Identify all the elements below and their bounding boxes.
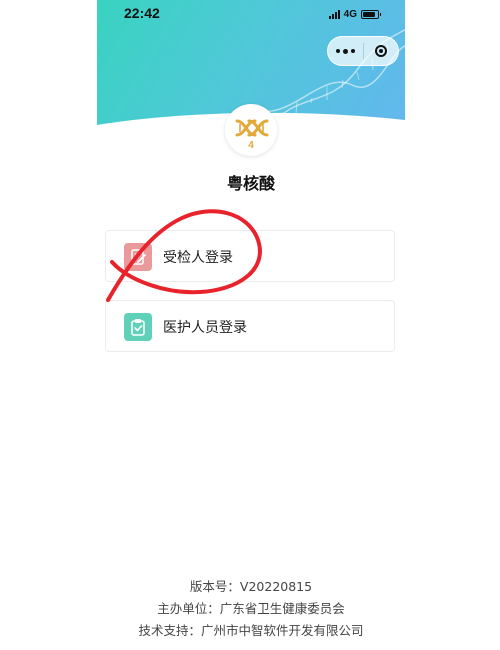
status-bar: 22:42 4G [97, 0, 405, 28]
subject-login-button[interactable]: 受检人登录 [105, 230, 395, 282]
phone-screen: 22:42 4G 4 粤核酸 受检人登录 医护人员登录 版本号：V2022081… [97, 0, 405, 650]
status-time: 22:42 [124, 5, 160, 21]
organizer-text: 主办单位：广东省卫生健康委员会 [157, 601, 345, 616]
clipboard-icon [124, 313, 152, 341]
tech-support-text: 技术支持：广州市中智软件开发有限公司 [138, 623, 364, 638]
dna-logo-icon: 4 [235, 119, 269, 151]
version-text: 版本号：V20220815 [189, 579, 313, 594]
footer-info: 版本号：V20220815 主办单位：广东省卫生健康委员会 技术支持：广州市中智… [97, 576, 405, 642]
app-logo: 4 [225, 104, 277, 156]
medical-staff-login-button[interactable]: 医护人员登录 [105, 300, 395, 352]
screen: 22:42 4G 4 粤核酸 受检人登录 医护人员登录 版本号：V2022081… [0, 0, 500, 650]
app-title: 粤核酸 [226, 174, 275, 193]
status-indicators: 4G [328, 7, 381, 21]
signal-icon [328, 9, 340, 19]
logo-number: 4 [248, 140, 254, 151]
edit-document-icon [124, 243, 152, 271]
subject-login-label: 受检人登录 [163, 250, 233, 266]
network-type: 4G [343, 8, 357, 20]
target-circle-icon[interactable] [363, 37, 398, 65]
battery-icon [361, 9, 381, 19]
miniprogram-capsule [327, 36, 399, 66]
medical-staff-login-label: 医护人员登录 [163, 320, 247, 336]
more-dots-icon[interactable] [328, 37, 363, 65]
